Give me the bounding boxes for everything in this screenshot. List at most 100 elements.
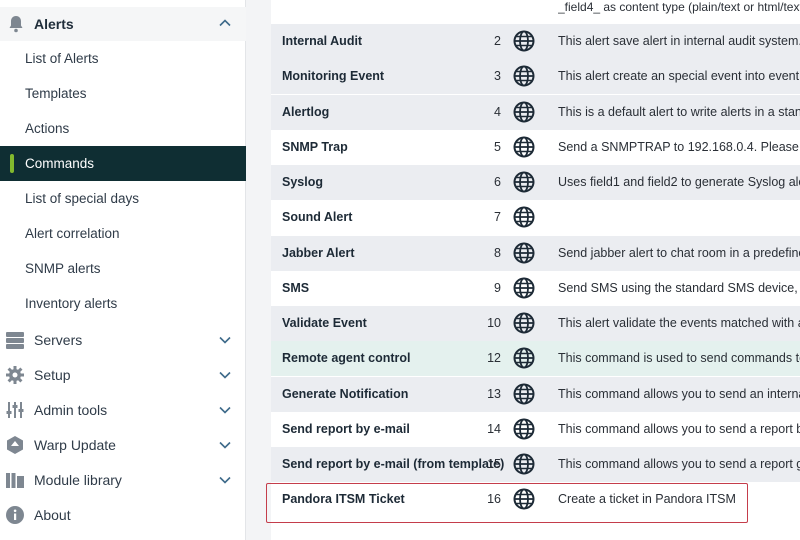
table-row[interactable]: Send report by e-mail 14 This command allo… — [271, 411, 800, 447]
table-row[interactable]: Sound Alert 7 — [271, 200, 800, 236]
sidebar-subitem-list-of-alerts[interactable]: List of Alerts — [0, 41, 246, 76]
sidebar-item-label: Warp Update — [34, 437, 116, 453]
chevron-down-icon[interactable] — [218, 333, 232, 347]
globe-icon — [513, 136, 535, 158]
globe-icon — [513, 312, 535, 334]
command-name-link[interactable]: SNMP Trap — [282, 140, 348, 154]
table-row[interactable]: SNMP Trap 5 Send a SNMPTRAP to 192.168.0.4… — [271, 129, 800, 165]
command-id: 9 — [494, 280, 501, 295]
sidebar-item-servers[interactable]: Servers — [0, 323, 246, 358]
command-description: Send SMS using the standard SMS device, … — [558, 280, 800, 295]
sidebar-item-label: Alerts — [34, 16, 74, 32]
command-description: This command allows you to send a report… — [558, 421, 800, 436]
sidebar-subitem-commands[interactable]: Commands — [0, 146, 246, 181]
sidebar-item-setup[interactable]: Setup — [0, 358, 246, 393]
selected-row-outline — [266, 483, 748, 523]
sidebar-subitem-actions[interactable]: Actions — [0, 111, 246, 146]
command-id: 15 — [487, 457, 501, 471]
chevron-up-icon[interactable] — [218, 16, 232, 30]
sidebar-item-label: Servers — [34, 332, 83, 348]
table-row[interactable]: Validate Event 10 This alert validate the … — [271, 306, 800, 341]
command-name-link[interactable]: Send report by e-mail — [282, 422, 410, 436]
sidebar-item-alerts[interactable]: Alerts — [0, 7, 246, 41]
globe-icon — [513, 347, 535, 369]
globe-icon — [513, 418, 535, 440]
info-icon — [6, 506, 24, 524]
sidebar-item-about[interactable]: About — [0, 498, 246, 533]
sidebar-subitem-label: SNMP alerts — [25, 261, 101, 276]
sidebar: Alerts List of Alerts Templates Actions … — [0, 0, 246, 540]
sidebar-subitem-label: List of special days — [25, 191, 140, 206]
globe-icon — [513, 383, 535, 404]
globe-icon — [513, 171, 535, 193]
sidebar-item-label: Admin tools — [34, 402, 108, 418]
sidebar-item-module-library[interactable]: Module library — [0, 463, 246, 498]
table-row[interactable]: Monitoring Event 3 This alert create an sp… — [271, 59, 800, 95]
table-row[interactable]: SMS 9 Send SMS using the standard SMS devi… — [271, 270, 800, 306]
chevron-down-icon[interactable] — [218, 438, 232, 452]
active-indicator — [10, 154, 14, 173]
sidebar-item-label: Module library — [34, 472, 122, 488]
command-id: 8 — [494, 245, 501, 260]
command-name-link[interactable]: SMS — [282, 281, 309, 295]
command-name-link[interactable]: Syslog — [282, 175, 323, 189]
command-description: This command allows you to send an inter… — [558, 386, 800, 401]
warp-update-icon — [7, 436, 23, 454]
command-description: Send jabber alert to chat room in a pred… — [558, 245, 800, 260]
module-library-icon — [6, 473, 24, 488]
sidebar-item-warp-update[interactable]: Warp Update — [0, 428, 246, 463]
command-description: This is a default alert to write alerts … — [558, 104, 800, 119]
command-id: 7 — [494, 210, 501, 225]
partial-description: _field4_ as content type (plain/text or … — [558, 0, 800, 14]
command-name-link[interactable]: Alertlog — [282, 105, 329, 119]
globe-icon — [513, 277, 535, 299]
command-id: 12 — [487, 351, 501, 366]
chevron-down-icon[interactable] — [218, 473, 232, 487]
globe-icon — [513, 453, 535, 475]
command-name-link[interactable]: Jabber Alert — [282, 246, 354, 260]
table-row[interactable]: Send report by e-mail (from template) 15 T… — [271, 447, 800, 482]
command-id: 13 — [487, 386, 501, 401]
command-name-link[interactable]: Validate Event — [282, 316, 367, 330]
servers-icon — [6, 332, 24, 349]
sliders-icon — [6, 402, 24, 418]
table-row[interactable]: Jabber Alert 8 Send jabber alert to chat r… — [271, 235, 800, 271]
sidebar-item-label: Setup — [34, 367, 71, 383]
command-name-link[interactable]: Internal Audit — [282, 34, 362, 48]
sidebar-subitem-label: List of Alerts — [25, 51, 99, 66]
command-name-link[interactable]: Sound Alert — [282, 210, 352, 224]
command-id: 3 — [494, 69, 501, 84]
sidebar-subitem-templates[interactable]: Templates — [0, 76, 246, 111]
bell-icon — [9, 16, 23, 33]
command-description: This alert validate the events matched w… — [558, 316, 800, 330]
chevron-down-icon[interactable] — [218, 403, 232, 417]
command-name-link[interactable]: Monitoring Event — [282, 69, 384, 83]
table-row[interactable]: Alertlog 4 This is a default alert to writ… — [271, 94, 800, 130]
globe-icon — [513, 206, 535, 228]
sidebar-item-label: About — [34, 507, 71, 523]
gear-icon — [6, 366, 24, 384]
command-id: 4 — [494, 104, 501, 119]
sidebar-subitem-special-days[interactable]: List of special days — [0, 181, 246, 216]
table-row[interactable]: Remote agent control 12 This command is us… — [271, 341, 800, 377]
sidebar-item-admin-tools[interactable]: Admin tools — [0, 393, 246, 428]
globe-icon — [513, 242, 535, 263]
sidebar-subitem-label: Templates — [25, 86, 87, 101]
sidebar-subitem-label: Actions — [25, 121, 70, 136]
command-description: This alert save alert in internal audit … — [558, 34, 800, 48]
command-id: 10 — [487, 316, 501, 330]
command-description: This command allows you to send a report… — [558, 457, 800, 471]
sidebar-subitem-snmp-alerts[interactable]: SNMP alerts — [0, 251, 246, 286]
table-row[interactable]: Internal Audit 2 This alert save alert in … — [271, 24, 800, 59]
command-id: 6 — [494, 175, 501, 189]
sidebar-subitem-inventory-alerts[interactable]: Inventory alerts — [0, 286, 246, 321]
command-name-link[interactable]: Generate Notification — [282, 387, 408, 401]
command-name-link[interactable]: Remote agent control — [282, 351, 411, 365]
table-row[interactable]: Syslog 6 Uses field1 and field2 to generat… — [271, 165, 800, 200]
command-id: 2 — [494, 34, 501, 48]
chevron-down-icon[interactable] — [218, 368, 232, 382]
table-row[interactable]: Generate Notification 13 This command allo… — [271, 376, 800, 412]
sidebar-subitem-alert-correlation[interactable]: Alert correlation — [0, 216, 246, 251]
command-description: This command is used to send commands to… — [558, 351, 800, 366]
command-description: Uses field1 and field2 to generate Syslo… — [558, 175, 800, 189]
